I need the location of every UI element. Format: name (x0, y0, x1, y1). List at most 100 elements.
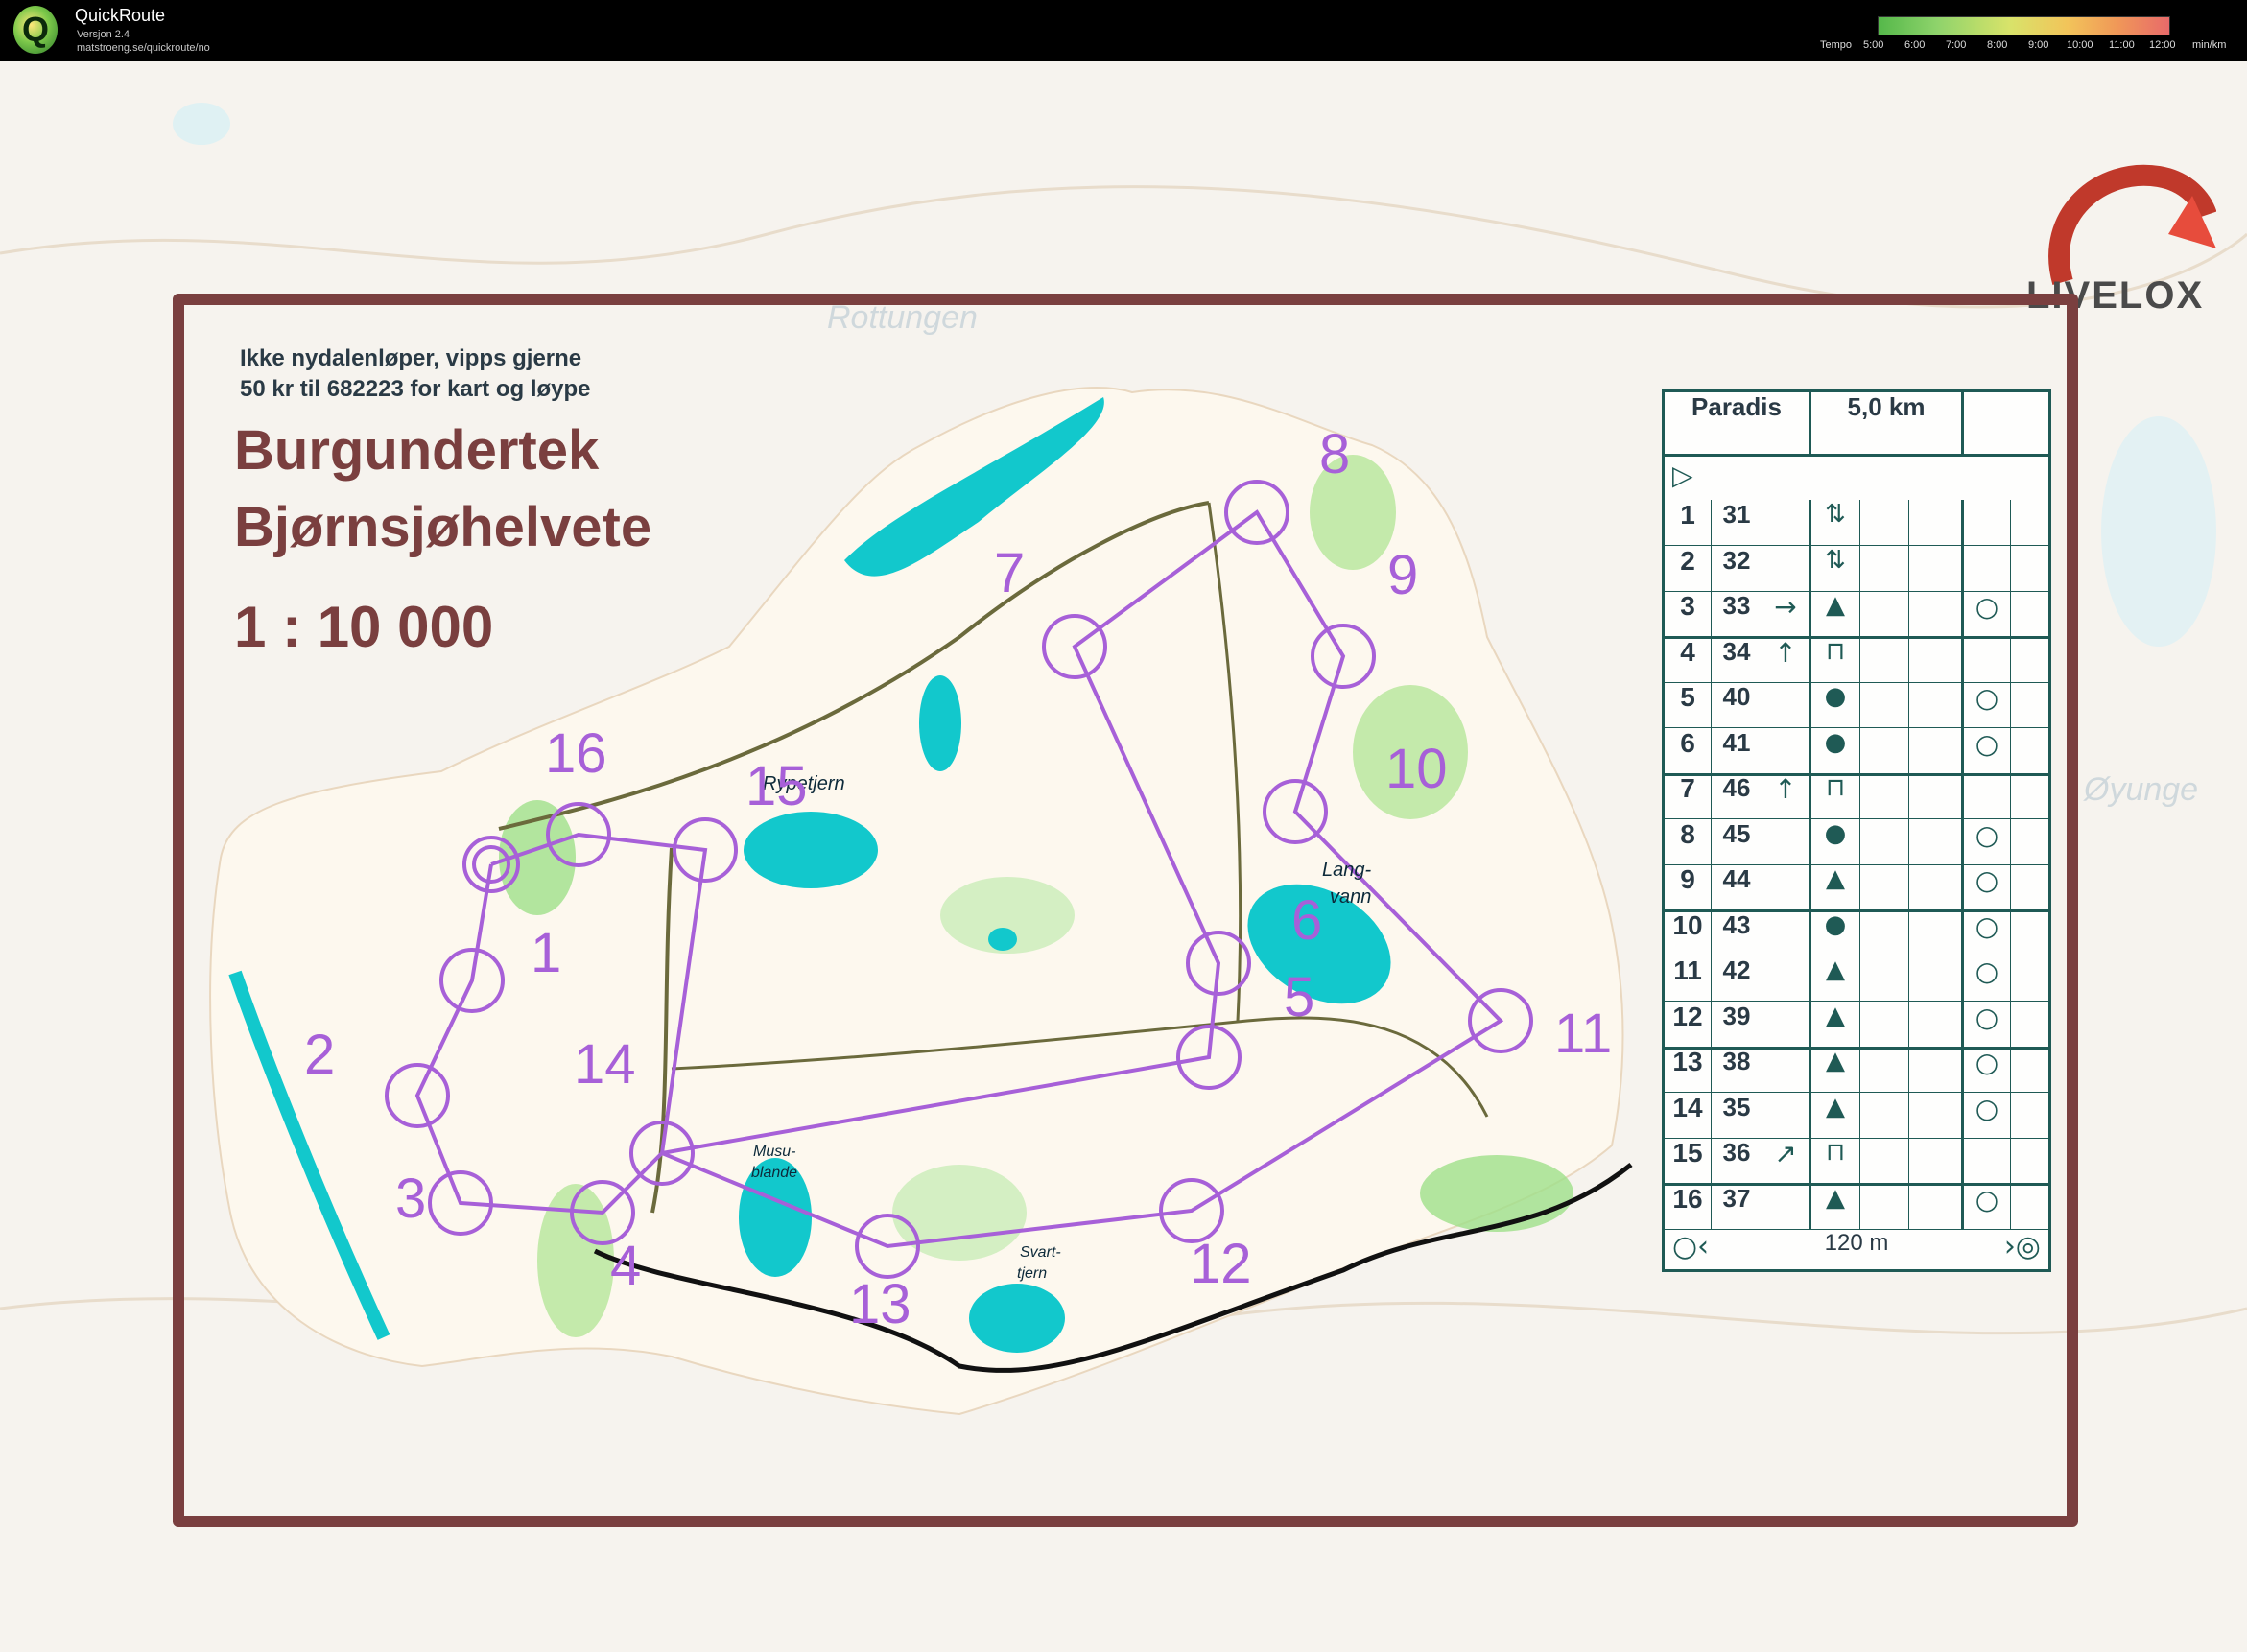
appearance-cell (1860, 909, 1909, 956)
control-number: 9 (1387, 544, 1419, 606)
appearance-cell (1860, 1001, 1909, 1047)
map-note-line2: 50 kr til 682223 for kart og løype (240, 376, 591, 402)
map-canvas[interactable]: LIVELOX Ikke nydalenløper, vipps gjerne … (0, 61, 2247, 1652)
feature-symbol: ⊓ (1811, 636, 1860, 682)
control-code: 34 (1712, 636, 1762, 682)
appearance-cell (1860, 545, 1909, 591)
direction-symbol (1762, 545, 1811, 591)
control-number: 8 (1319, 423, 1351, 485)
tempo-tick: 9:00 (2028, 39, 2049, 51)
tempo-tick: 10:00 (2067, 39, 2093, 51)
tempo-label: Tempo (1820, 39, 1853, 51)
control-number: 3 (395, 1168, 427, 1230)
location-symbol: ○ (1964, 909, 2011, 956)
appearance-cell (1860, 636, 1909, 682)
map-scale: 1 : 10 000 (234, 595, 494, 659)
tempo-color-scale (1878, 16, 2170, 35)
description-row: 12 39 ▲ ○ (1665, 1001, 2048, 1050)
control-sequence: 13 (1665, 1047, 1712, 1092)
feature-symbol: ▲ (1811, 956, 1860, 1001)
control-sequence: 6 (1665, 727, 1712, 773)
control-code: 36 (1712, 1138, 1762, 1183)
lake-label: blande (751, 1165, 798, 1181)
description-row: 2 32 ⇅ (1665, 545, 2048, 592)
description-row: 15 36 ↗ ⊓ (1665, 1138, 2048, 1186)
control-number: 13 (849, 1273, 911, 1335)
location-symbol: ○ (1964, 1092, 2011, 1138)
appearance-cell (1860, 956, 1909, 1001)
appearance-cell (1860, 1138, 1909, 1183)
location-symbol (1964, 636, 2011, 682)
control-sequence: 15 (1665, 1138, 1712, 1183)
appearance-cell (1860, 818, 1909, 864)
control-code: 33 (1712, 591, 1762, 636)
feature-symbol: ● (1811, 727, 1860, 773)
direction-symbol (1762, 1092, 1811, 1138)
control-number: 11 (1554, 1003, 1613, 1065)
appearance-cell (1860, 727, 1909, 773)
dimension-cell (1909, 956, 1964, 1001)
tempo-tick: 8:00 (1987, 39, 2008, 51)
location-symbol (1964, 545, 2011, 591)
control-code: 41 (1712, 727, 1762, 773)
tempo-tick: 12:00 (2149, 39, 2176, 51)
control-number: 12 (1190, 1233, 1252, 1295)
app-url: matstroeng.se/quickroute/no (77, 42, 210, 54)
control-sequence: 12 (1665, 1001, 1712, 1047)
description-header: Paradis 5,0 km (1665, 392, 2048, 457)
control-sequence: 14 (1665, 1092, 1712, 1138)
direction-symbol (1762, 682, 1811, 727)
tempo-tick: 7:00 (1946, 39, 1967, 51)
control-code: 44 (1712, 864, 1762, 909)
control-sequence: 10 (1665, 909, 1712, 956)
dimension-cell (1909, 727, 1964, 773)
appearance-cell (1860, 591, 1909, 636)
description-row: 8 45 ● ○ (1665, 818, 2048, 865)
description-row: 13 38 ▲ ○ (1665, 1047, 2048, 1093)
lake-label: vann (1330, 886, 1372, 908)
dimension-cell (1909, 545, 1964, 591)
location-symbol (1964, 500, 2011, 545)
course-length: 5,0 km (1811, 392, 1964, 454)
control-number: 16 (545, 722, 607, 785)
description-row: 16 37 ▲ ○ (1665, 1183, 2048, 1230)
appearance-cell (1860, 1092, 1909, 1138)
feature-symbol: ▲ (1811, 1183, 1860, 1229)
direction-symbol: ↑ (1762, 636, 1811, 682)
dimension-cell (1909, 636, 1964, 682)
location-symbol: ○ (1964, 1001, 2011, 1047)
appearance-cell (1860, 864, 1909, 909)
feature-symbol: ⊓ (1811, 773, 1860, 818)
control-number: 14 (574, 1033, 636, 1096)
dimension-cell (1909, 682, 1964, 727)
event-subtitle: Bjørnsjøhelvete (234, 496, 652, 558)
feature-symbol: ▲ (1811, 1092, 1860, 1138)
control-sequence: 2 (1665, 545, 1712, 591)
control-sequence: 1 (1665, 500, 1712, 545)
direction-symbol (1762, 1001, 1811, 1047)
feature-symbol: ● (1811, 682, 1860, 727)
control-number: 7 (994, 542, 1026, 604)
control-code: 32 (1712, 545, 1762, 591)
control-code: 42 (1712, 956, 1762, 1001)
direction-symbol (1762, 818, 1811, 864)
direction-symbol (1762, 1047, 1811, 1092)
description-footer: ○‹ 120 m ›◎ (1665, 1230, 2048, 1272)
finish-start-icon: ○‹ (1672, 1230, 1710, 1263)
control-code: 37 (1712, 1183, 1762, 1229)
finish-distance: 120 m (1824, 1230, 1889, 1256)
control-code: 31 (1712, 500, 1762, 545)
app-version: Versjon 2.4 (77, 29, 130, 40)
feature-symbol: ● (1811, 818, 1860, 864)
control-number: 15 (745, 755, 808, 817)
bg-label: Øyunge (2084, 771, 2199, 808)
start-triangle-icon: ▷ (1672, 460, 1693, 491)
description-row: 6 41 ● ○ (1665, 727, 2048, 776)
dimension-cell (1909, 1047, 1964, 1092)
feature-symbol: ▲ (1811, 591, 1860, 636)
control-code: 40 (1712, 682, 1762, 727)
course-name: Paradis (1665, 392, 1811, 454)
map-note-line1: Ikke nydalenløper, vipps gjerne (240, 345, 582, 371)
control-code: 46 (1712, 773, 1762, 818)
direction-symbol (1762, 727, 1811, 773)
